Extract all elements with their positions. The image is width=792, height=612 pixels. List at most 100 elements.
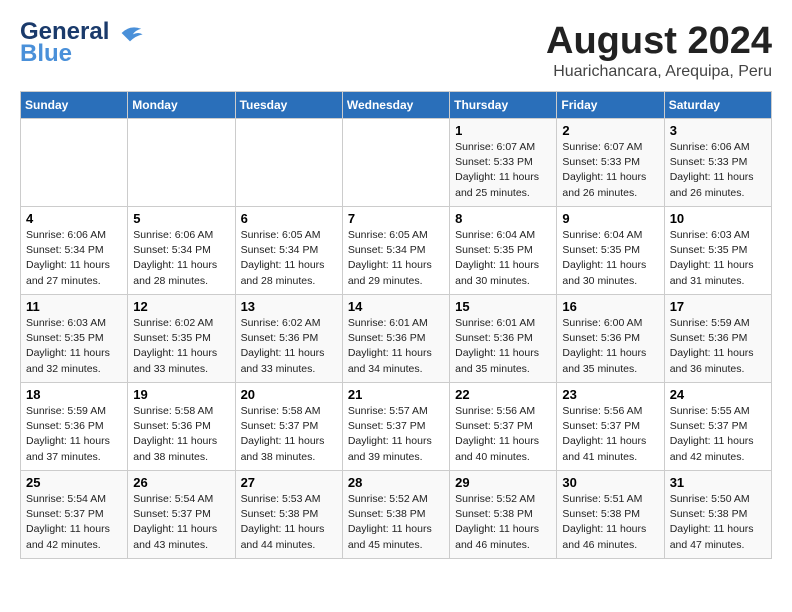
day-info: Sunrise: 5:54 AM Sunset: 5:37 PM Dayligh… xyxy=(133,492,229,553)
calendar-cell: 19 Sunrise: 5:58 AM Sunset: 5:36 PM Dayli… xyxy=(128,383,235,471)
calendar-cell: 11 Sunrise: 6:03 AM Sunset: 5:35 PM Dayli… xyxy=(21,295,128,383)
weekday-header-monday: Monday xyxy=(128,92,235,119)
day-number: 19 xyxy=(133,387,229,402)
calendar-cell: 13 Sunrise: 6:02 AM Sunset: 5:36 PM Dayli… xyxy=(235,295,342,383)
day-info: Sunrise: 5:52 AM Sunset: 5:38 PM Dayligh… xyxy=(455,492,551,553)
logo: General Blue xyxy=(20,20,144,68)
day-info: Sunrise: 6:07 AM Sunset: 5:33 PM Dayligh… xyxy=(562,140,658,201)
calendar-cell xyxy=(128,119,235,207)
day-number: 20 xyxy=(241,387,337,402)
calendar-cell: 10Sunrise: 6:03 AM Sunset: 5:35 PM Dayli… xyxy=(664,207,771,295)
calendar-cell: 5 Sunrise: 6:06 AM Sunset: 5:34 PM Daylig… xyxy=(128,207,235,295)
day-number: 3 xyxy=(670,123,766,138)
day-number: 5 xyxy=(133,211,229,226)
day-info: Sunrise: 6:01 AM Sunset: 5:36 PM Dayligh… xyxy=(455,316,551,377)
calendar-cell: 18 Sunrise: 5:59 AM Sunset: 5:36 PM Dayli… xyxy=(21,383,128,471)
day-info: Sunrise: 5:59 AM Sunset: 5:36 PM Dayligh… xyxy=(26,404,122,465)
day-info: Sunrise: 6:01 AM Sunset: 5:36 PM Dayligh… xyxy=(348,316,444,377)
day-number: 30 xyxy=(562,475,658,490)
calendar-cell: 3 Sunrise: 6:06 AM Sunset: 5:33 PM Daylig… xyxy=(664,119,771,207)
day-number: 25 xyxy=(26,475,122,490)
calendar-cell: 4 Sunrise: 6:06 AM Sunset: 5:34 PM Daylig… xyxy=(21,207,128,295)
day-number: 26 xyxy=(133,475,229,490)
calendar-week-1: 1 Sunrise: 6:07 AM Sunset: 5:33 PM Daylig… xyxy=(21,119,772,207)
weekday-header-saturday: Saturday xyxy=(664,92,771,119)
main-title: August 2024 xyxy=(546,20,772,63)
day-info: Sunrise: 6:02 AM Sunset: 5:36 PM Dayligh… xyxy=(241,316,337,377)
calendar-cell: 28Sunrise: 5:52 AM Sunset: 5:38 PM Dayli… xyxy=(342,471,449,559)
day-number: 17 xyxy=(670,299,766,314)
day-number: 23 xyxy=(562,387,658,402)
day-info: Sunrise: 6:06 AM Sunset: 5:34 PM Dayligh… xyxy=(26,228,122,289)
day-info: Sunrise: 5:50 AM Sunset: 5:38 PM Dayligh… xyxy=(670,492,766,553)
day-number: 22 xyxy=(455,387,551,402)
page-header: General Blue August 2024 Huarichancara, … xyxy=(20,20,772,81)
day-number: 4 xyxy=(26,211,122,226)
day-number: 31 xyxy=(670,475,766,490)
day-number: 14 xyxy=(348,299,444,314)
day-info: Sunrise: 5:54 AM Sunset: 5:37 PM Dayligh… xyxy=(26,492,122,553)
day-info: Sunrise: 5:56 AM Sunset: 5:37 PM Dayligh… xyxy=(562,404,658,465)
day-info: Sunrise: 6:04 AM Sunset: 5:35 PM Dayligh… xyxy=(562,228,658,289)
day-info: Sunrise: 5:51 AM Sunset: 5:38 PM Dayligh… xyxy=(562,492,658,553)
calendar-body: 1 Sunrise: 6:07 AM Sunset: 5:33 PM Daylig… xyxy=(21,119,772,559)
day-number: 18 xyxy=(26,387,122,402)
day-info: Sunrise: 6:03 AM Sunset: 5:35 PM Dayligh… xyxy=(26,316,122,377)
day-number: 15 xyxy=(455,299,551,314)
day-number: 29 xyxy=(455,475,551,490)
calendar-cell: 21Sunrise: 5:57 AM Sunset: 5:37 PM Dayli… xyxy=(342,383,449,471)
calendar-week-3: 11 Sunrise: 6:03 AM Sunset: 5:35 PM Dayli… xyxy=(21,295,772,383)
day-info: Sunrise: 6:02 AM Sunset: 5:35 PM Dayligh… xyxy=(133,316,229,377)
day-info: Sunrise: 6:03 AM Sunset: 5:35 PM Dayligh… xyxy=(670,228,766,289)
day-number: 21 xyxy=(348,387,444,402)
day-number: 6 xyxy=(241,211,337,226)
day-number: 8 xyxy=(455,211,551,226)
day-number: 16 xyxy=(562,299,658,314)
day-number: 24 xyxy=(670,387,766,402)
calendar-cell: 7Sunrise: 6:05 AM Sunset: 5:34 PM Daylig… xyxy=(342,207,449,295)
calendar-cell: 2 Sunrise: 6:07 AM Sunset: 5:33 PM Daylig… xyxy=(557,119,664,207)
day-info: Sunrise: 6:06 AM Sunset: 5:34 PM Dayligh… xyxy=(133,228,229,289)
calendar-week-5: 25 Sunrise: 5:54 AM Sunset: 5:37 PM Dayli… xyxy=(21,471,772,559)
calendar-cell: 23 Sunrise: 5:56 AM Sunset: 5:37 PM Dayli… xyxy=(557,383,664,471)
day-info: Sunrise: 5:58 AM Sunset: 5:36 PM Dayligh… xyxy=(133,404,229,465)
title-block: August 2024 Huarichancara, Arequipa, Per… xyxy=(546,20,772,81)
calendar-cell: 9 Sunrise: 6:04 AM Sunset: 5:35 PM Daylig… xyxy=(557,207,664,295)
weekday-header-friday: Friday xyxy=(557,92,664,119)
calendar-cell: 6 Sunrise: 6:05 AM Sunset: 5:34 PM Daylig… xyxy=(235,207,342,295)
calendar-cell xyxy=(235,119,342,207)
day-number: 9 xyxy=(562,211,658,226)
day-number: 13 xyxy=(241,299,337,314)
calendar-cell: 16 Sunrise: 6:00 AM Sunset: 5:36 PM Dayli… xyxy=(557,295,664,383)
day-info: Sunrise: 5:55 AM Sunset: 5:37 PM Dayligh… xyxy=(670,404,766,465)
day-number: 1 xyxy=(455,123,551,138)
calendar-cell: 25 Sunrise: 5:54 AM Sunset: 5:37 PM Dayli… xyxy=(21,471,128,559)
day-number: 28 xyxy=(348,475,444,490)
weekday-header-sunday: Sunday xyxy=(21,92,128,119)
day-info: Sunrise: 6:06 AM Sunset: 5:33 PM Dayligh… xyxy=(670,140,766,201)
weekday-header-tuesday: Tuesday xyxy=(235,92,342,119)
day-info: Sunrise: 6:05 AM Sunset: 5:34 PM Dayligh… xyxy=(241,228,337,289)
day-info: Sunrise: 6:07 AM Sunset: 5:33 PM Dayligh… xyxy=(455,140,551,201)
calendar-cell: 24 Sunrise: 5:55 AM Sunset: 5:37 PM Dayli… xyxy=(664,383,771,471)
day-info: Sunrise: 6:00 AM Sunset: 5:36 PM Dayligh… xyxy=(562,316,658,377)
day-info: Sunrise: 5:56 AM Sunset: 5:37 PM Dayligh… xyxy=(455,404,551,465)
weekday-header-row: SundayMondayTuesdayWednesdayThursdayFrid… xyxy=(21,92,772,119)
day-number: 27 xyxy=(241,475,337,490)
day-number: 12 xyxy=(133,299,229,314)
calendar-week-2: 4 Sunrise: 6:06 AM Sunset: 5:34 PM Daylig… xyxy=(21,207,772,295)
calendar-cell xyxy=(342,119,449,207)
subtitle: Huarichancara, Arequipa, Peru xyxy=(546,63,772,81)
day-info: Sunrise: 5:53 AM Sunset: 5:38 PM Dayligh… xyxy=(241,492,337,553)
day-info: Sunrise: 6:05 AM Sunset: 5:34 PM Dayligh… xyxy=(348,228,444,289)
day-info: Sunrise: 5:58 AM Sunset: 5:37 PM Dayligh… xyxy=(241,404,337,465)
calendar-cell: 31 Sunrise: 5:50 AM Sunset: 5:38 PM Dayli… xyxy=(664,471,771,559)
logo-blue: Blue xyxy=(20,40,72,68)
day-number: 11 xyxy=(26,299,122,314)
calendar-cell: 20 Sunrise: 5:58 AM Sunset: 5:37 PM Dayli… xyxy=(235,383,342,471)
calendar-cell: 15 Sunrise: 6:01 AM Sunset: 5:36 PM Dayli… xyxy=(450,295,557,383)
calendar-cell: 26 Sunrise: 5:54 AM Sunset: 5:37 PM Dayli… xyxy=(128,471,235,559)
day-number: 2 xyxy=(562,123,658,138)
weekday-header-wednesday: Wednesday xyxy=(342,92,449,119)
calendar-cell: 27 Sunrise: 5:53 AM Sunset: 5:38 PM Dayli… xyxy=(235,471,342,559)
